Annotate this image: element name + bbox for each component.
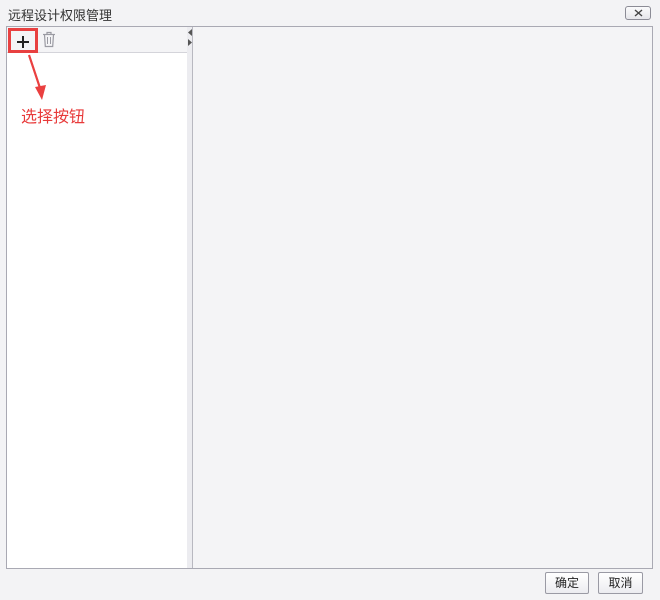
title-bar: 远程设计权限管理	[0, 0, 660, 26]
plus-icon	[17, 36, 29, 48]
expand-right-icon[interactable]	[188, 39, 192, 46]
collapse-left-icon[interactable]	[188, 29, 192, 36]
list-toolbar	[7, 27, 187, 53]
ok-button[interactable]: 确定	[545, 572, 589, 594]
cancel-button[interactable]: 取消	[598, 572, 643, 594]
annotation-label: 选择按钮	[21, 107, 86, 126]
dialog-body	[6, 26, 653, 569]
trash-icon[interactable]	[41, 31, 57, 48]
window-title: 远程设计权限管理	[8, 9, 113, 24]
permission-detail-panel	[193, 27, 652, 568]
close-icon	[634, 9, 643, 17]
add-button[interactable]	[8, 28, 38, 53]
close-button[interactable]	[625, 6, 651, 20]
